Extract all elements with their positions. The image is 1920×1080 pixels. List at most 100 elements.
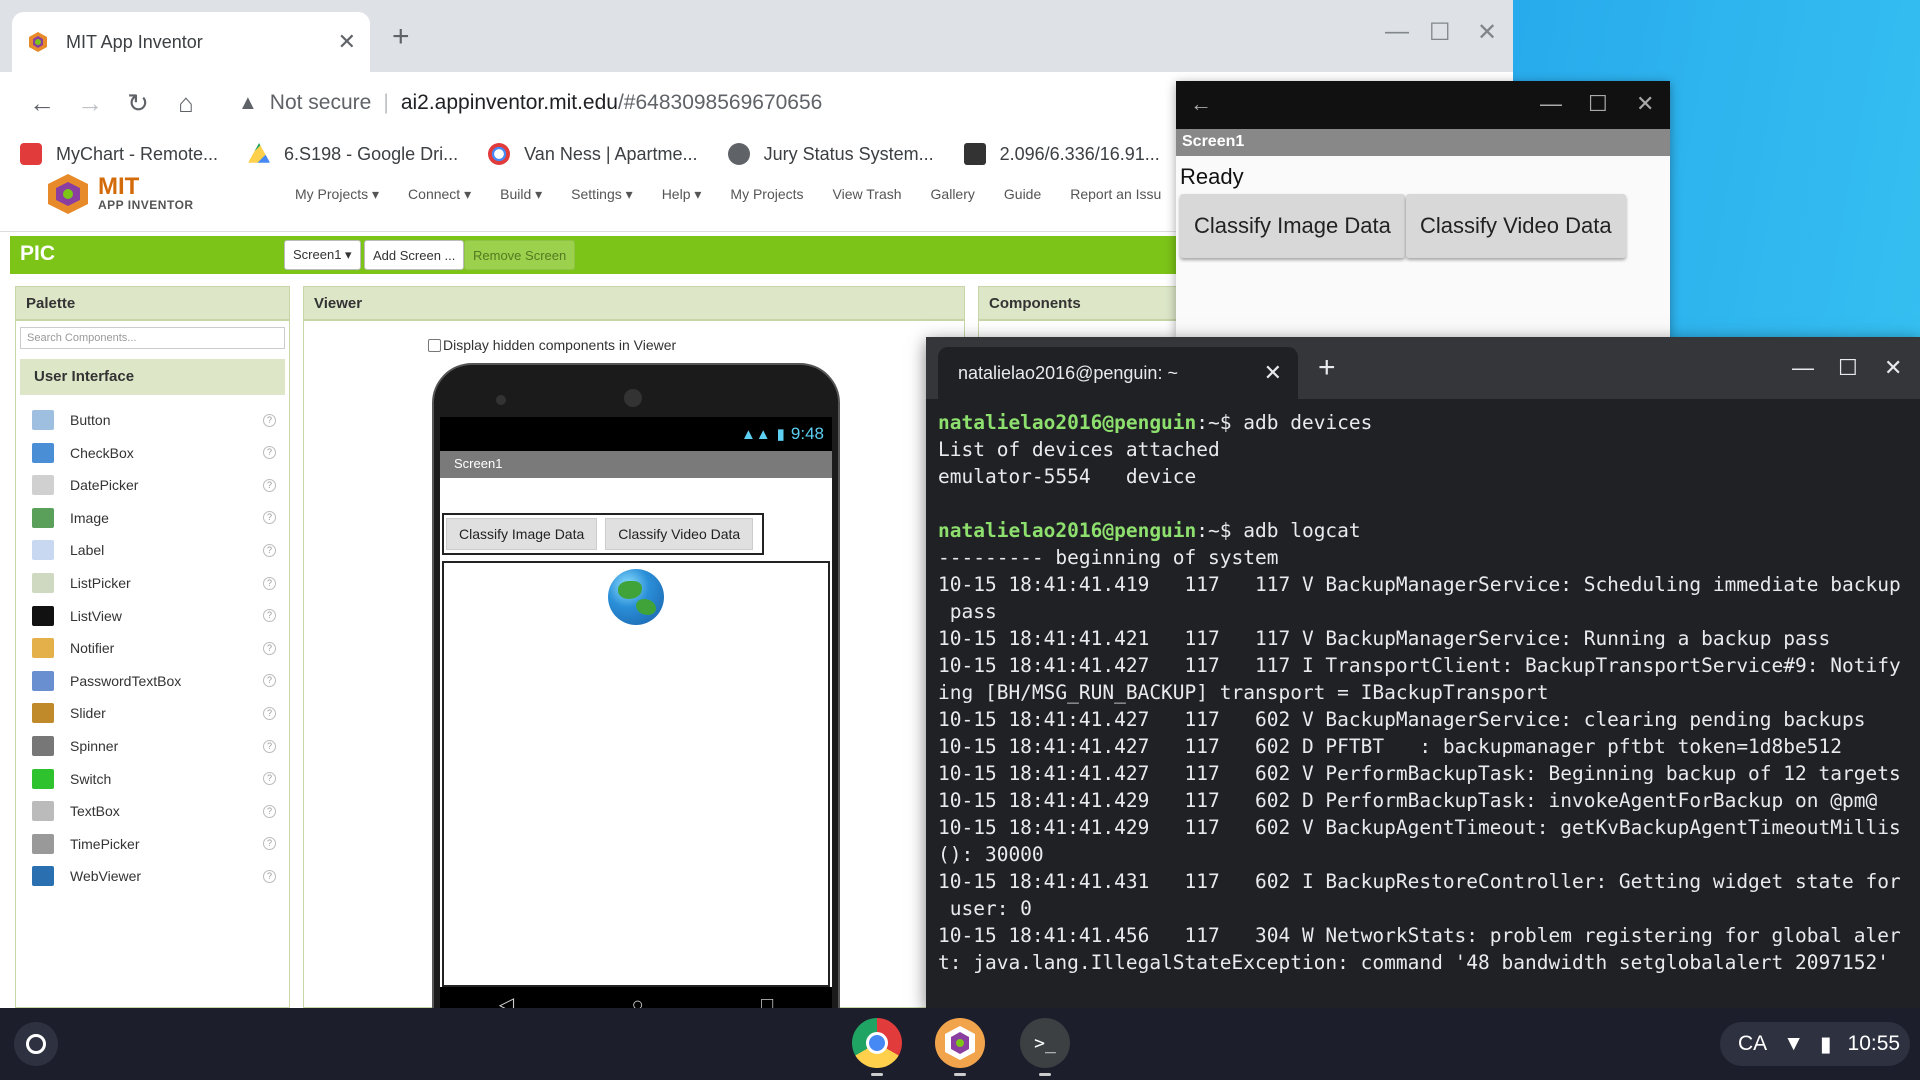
help-icon[interactable]: ? xyxy=(263,413,276,427)
palette-item-timepicker[interactable]: TimePicker? xyxy=(32,829,284,859)
palette-item-label: TextBox xyxy=(70,803,120,820)
display-hidden-checkbox[interactable]: Display hidden components in Viewer xyxy=(428,337,676,353)
help-icon[interactable]: ? xyxy=(263,609,276,623)
link-gallery[interactable]: Gallery xyxy=(931,186,975,203)
palette-item-button[interactable]: Button? xyxy=(32,405,284,435)
emulator-minimize-icon[interactable]: — xyxy=(1540,91,1562,117)
terminal-minimize-icon[interactable]: — xyxy=(1792,355,1814,381)
add-screen-button[interactable]: Add Screen ... xyxy=(364,240,465,270)
help-icon[interactable]: ? xyxy=(263,706,276,720)
url-path: /#6483098569670656 xyxy=(617,91,823,114)
forward-icon[interactable]: → xyxy=(66,88,114,119)
home-icon[interactable]: ⌂ xyxy=(162,88,210,119)
palette-item-label: ListPicker xyxy=(70,575,131,591)
palette-item-webviewer[interactable]: WebViewer? xyxy=(32,861,284,891)
menu-my-projects[interactable]: My Projects ▾ xyxy=(295,186,379,203)
terminal-tab[interactable]: natalielao2016@penguin: ~ ✕ xyxy=(938,347,1298,399)
link-report-issue[interactable]: Report an Issu xyxy=(1070,186,1161,203)
help-icon[interactable]: ? xyxy=(263,478,276,492)
new-tab-button[interactable]: + xyxy=(392,20,410,54)
warning-icon: ▲ xyxy=(238,91,258,114)
menu-settings[interactable]: Settings ▾ xyxy=(571,186,633,203)
bookmark-item[interactable]: 6.S198 - Google Dri... xyxy=(248,143,458,165)
canvas-component[interactable] xyxy=(442,561,830,987)
palette-item-passwordtextbox[interactable]: PasswordTextBox? xyxy=(32,666,284,696)
help-icon[interactable]: ? xyxy=(263,739,276,753)
horizontal-arrangement[interactable]: Classify Image Data Classify Video Data xyxy=(442,513,764,555)
help-icon[interactable]: ? xyxy=(263,804,276,818)
palette-item-listpicker[interactable]: ListPicker? xyxy=(32,568,284,598)
minimize-icon[interactable]: — xyxy=(1385,18,1409,46)
link-guide[interactable]: Guide xyxy=(1004,186,1041,203)
browser-tab[interactable]: MIT App Inventor ✕ xyxy=(12,12,370,72)
app-inventor-favicon-icon xyxy=(26,30,50,54)
palette-item-listview[interactable]: ListView? xyxy=(32,601,284,631)
bookmark-item[interactable]: MyChart - Remote... xyxy=(20,143,218,165)
emulator-close-icon[interactable]: ✕ xyxy=(1636,91,1654,117)
maximize-icon[interactable]: ☐ xyxy=(1429,18,1451,47)
terminal-line: 10-15 18:41:41.419 117 117 V BackupManag… xyxy=(938,573,1901,596)
palette-item-spinner[interactable]: Spinner? xyxy=(32,731,284,761)
classify-image-button[interactable]: Classify Image Data xyxy=(446,518,598,550)
appinventor-logo[interactable]: MIT APP INVENTOR xyxy=(42,172,194,216)
launcher-button[interactable] xyxy=(14,1022,58,1066)
nav-recents-icon: □ xyxy=(761,994,774,1008)
emulator-classify-video-button[interactable]: Classify Video Data xyxy=(1406,194,1626,258)
reload-icon[interactable]: ↻ xyxy=(114,88,162,119)
help-icon[interactable]: ? xyxy=(263,511,276,525)
palette-item-checkbox[interactable]: CheckBox? xyxy=(32,438,284,468)
palette-item-switch[interactable]: Switch? xyxy=(32,764,284,794)
help-icon[interactable]: ? xyxy=(263,837,276,851)
menu-connect[interactable]: Connect ▾ xyxy=(408,186,471,203)
screen-select[interactable]: Screen1 ▾ xyxy=(284,240,361,270)
help-icon[interactable]: ? xyxy=(263,543,276,557)
help-icon[interactable]: ? xyxy=(263,446,276,460)
chrome-app-icon[interactable] xyxy=(852,1018,902,1076)
emulator-back-icon[interactable]: ← xyxy=(1190,91,1212,117)
menu-help[interactable]: Help ▾ xyxy=(662,186,702,203)
help-icon[interactable]: ? xyxy=(263,674,276,688)
palette-item-slider[interactable]: Slider? xyxy=(32,698,284,728)
terminal-glyph: >_ xyxy=(1034,1032,1056,1054)
link-view-trash[interactable]: View Trash xyxy=(833,186,902,203)
remove-screen-button[interactable]: Remove Screen xyxy=(464,240,576,270)
listview-icon xyxy=(32,605,54,626)
help-icon[interactable]: ? xyxy=(263,869,276,883)
palette-item-label[interactable]: Label? xyxy=(32,535,284,565)
palette-item-image[interactable]: Image? xyxy=(32,503,284,533)
phone-mockup: ▲▲ ▮ 9:48 Screen1 Classify Image Data Cl… xyxy=(432,363,840,1008)
terminal-output[interactable]: natalielao2016@penguin:~$ adb devices Lis… xyxy=(926,399,1920,976)
terminal-close-icon[interactable]: ✕ xyxy=(1884,355,1902,381)
palette-item-notifier[interactable]: Notifier? xyxy=(32,633,284,663)
bookmark-item[interactable]: Jury Status System... xyxy=(727,143,934,165)
close-window-icon[interactable]: ✕ xyxy=(1477,18,1497,47)
search-components-input[interactable]: Search Components... xyxy=(20,327,285,349)
link-my-projects[interactable]: My Projects xyxy=(730,186,803,203)
menu-build[interactable]: Build ▾ xyxy=(500,186,542,203)
app-inventor-app-icon[interactable] xyxy=(935,1018,985,1076)
user-interface-section[interactable]: User Interface xyxy=(20,359,285,395)
bookmark-item[interactable]: Van Ness | Apartme... xyxy=(488,143,698,165)
terminal-maximize-icon[interactable]: ☐ xyxy=(1838,355,1858,381)
help-icon[interactable]: ? xyxy=(263,576,276,590)
palette-item-datepicker[interactable]: DatePicker? xyxy=(32,470,284,500)
terminal-line: emulator-5554 device xyxy=(938,465,1197,488)
terminal-new-tab-button[interactable]: + xyxy=(1318,351,1336,385)
system-tray[interactable]: CA ▼ ▮ 10:55 xyxy=(1720,1022,1910,1066)
help-icon[interactable]: ? xyxy=(263,772,276,786)
globe-image-icon[interactable] xyxy=(608,569,664,625)
checkbox-box[interactable] xyxy=(428,338,441,352)
phone-title-bar: Screen1 xyxy=(440,451,832,478)
terminal-tab-close-icon[interactable]: ✕ xyxy=(1264,360,1282,386)
classify-video-button[interactable]: Classify Video Data xyxy=(605,518,754,550)
address-bar[interactable]: ▲ Not secure | ai2.appinventor.mit.edu /… xyxy=(238,81,822,125)
emulator-maximize-icon[interactable]: ☐ xyxy=(1588,91,1608,117)
help-icon[interactable]: ? xyxy=(263,641,276,655)
back-icon[interactable]: ← xyxy=(18,88,66,119)
emulator-classify-image-button[interactable]: Classify Image Data xyxy=(1180,194,1405,258)
tab-close-icon[interactable]: ✕ xyxy=(338,29,356,55)
phone-status-bar: ▲▲ ▮ 9:48 xyxy=(440,417,832,451)
palette-item-textbox[interactable]: TextBox? xyxy=(32,796,284,826)
bookmark-item[interactable]: 2.096/6.336/16.91... xyxy=(963,143,1160,165)
terminal-app-icon[interactable]: >_ xyxy=(1020,1018,1070,1076)
